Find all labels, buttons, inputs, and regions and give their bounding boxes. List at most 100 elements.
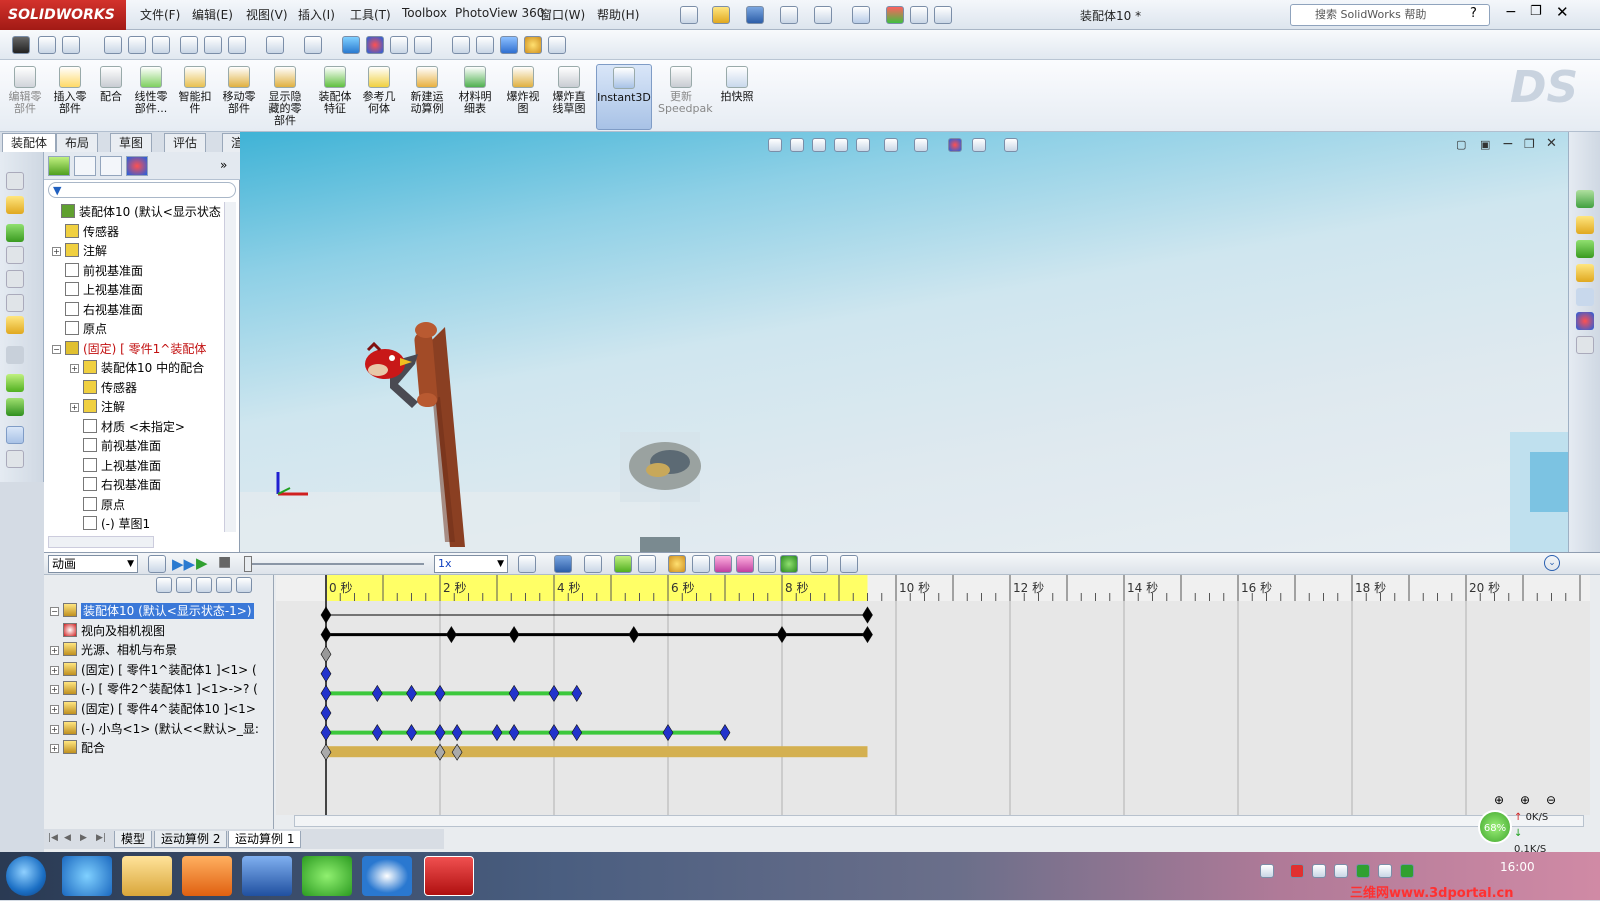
ribbon-button[interactable]: 插入零 部件 — [47, 64, 93, 130]
tree-node[interactable]: +右视基准面 — [70, 475, 161, 495]
ribbon-button[interactable]: 参考几 何体 — [356, 64, 402, 130]
animation-wizard-icon[interactable] — [584, 555, 602, 573]
keyframe-diamond[interactable] — [571, 724, 583, 742]
menu-item[interactable]: 视图(V) — [246, 6, 288, 23]
security-tray-icon[interactable] — [1356, 864, 1370, 878]
tree-filter-input[interactable]: ▼ — [48, 182, 236, 198]
tree-vertical-scrollbar[interactable] — [224, 202, 236, 532]
tab-nav-next-icon[interactable]: ▶ — [80, 833, 87, 843]
section-view-icon[interactable] — [180, 36, 198, 54]
menu-item[interactable]: PhotoView 360 — [455, 6, 544, 20]
menu-item[interactable]: 编辑(E) — [192, 6, 233, 23]
playback-speed-select[interactable]: 1x ▼ — [434, 555, 508, 573]
calculate-icon[interactable] — [148, 555, 166, 573]
edit-component-icon[interactable] — [6, 172, 24, 190]
tab-nav-first-icon[interactable]: |◀ — [48, 833, 58, 843]
save-animation-icon[interactable] — [554, 555, 572, 573]
expand-toggle-icon[interactable]: − — [50, 607, 59, 616]
print-icon[interactable] — [780, 6, 798, 24]
motion-tree-node[interactable]: + (-) 小鸟<1> (默认<<默认>_显: — [50, 719, 259, 739]
custom-properties-icon[interactable] — [1576, 336, 1594, 354]
autokey-icon[interactable] — [614, 555, 632, 573]
keyframe-diamond[interactable] — [320, 606, 332, 624]
filter-animated-icon[interactable] — [156, 577, 172, 593]
tab-1[interactable]: 装配体 — [2, 133, 57, 152]
keyframe-diamond[interactable] — [862, 626, 873, 644]
tree-node[interactable]: +装配体10 (默认<显示状态 — [48, 202, 221, 222]
ribbon-button[interactable]: 装配体 特征 — [312, 64, 358, 130]
keyframe-diamond[interactable] — [571, 684, 583, 702]
realview-icon[interactable] — [524, 36, 542, 54]
tree-node[interactable]: +前视基准面 — [70, 436, 161, 456]
keyframe-diamond[interactable] — [451, 724, 463, 742]
tree-node[interactable]: − (固定) [ 零件1^装配体 — [52, 339, 206, 359]
motion-tree-node[interactable]: − 装配体10 (默认<显示状态-1>) — [50, 601, 254, 621]
keyframe-diamond[interactable] — [434, 684, 446, 702]
tab-nav-last-icon[interactable]: ▶| — [96, 833, 106, 843]
timeline-horizontal-scrollbar[interactable] — [294, 815, 1584, 827]
camera-icon[interactable] — [12, 36, 30, 54]
ribbon-button[interactable]: 智能扣 件 — [172, 64, 218, 130]
snapshot-icon[interactable] — [38, 36, 56, 54]
open-folder-icon[interactable] — [712, 6, 730, 24]
expand-toggle-icon[interactable]: + — [50, 665, 59, 675]
tab-2[interactable]: 布局 — [56, 133, 99, 152]
select-pointer-icon[interactable] — [852, 6, 870, 24]
collapse-panel-icon[interactable]: » — [220, 158, 227, 172]
media-player-icon[interactable] — [182, 856, 232, 896]
ribbon-button[interactable]: 显示隐 藏的零 部件 — [262, 64, 308, 130]
menu-item[interactable]: 插入(I) — [298, 6, 335, 23]
keyframe-diamond[interactable] — [662, 724, 674, 742]
expand-toggle-icon[interactable]: + — [52, 247, 61, 256]
show-hidden-icon[interactable] — [6, 316, 24, 334]
file-properties-icon[interactable] — [910, 6, 928, 24]
wireframe-icon[interactable] — [452, 36, 470, 54]
rotate-view-icon[interactable] — [342, 36, 360, 54]
filter-results-icon[interactable] — [216, 577, 232, 593]
playback-slider-thumb[interactable] — [244, 556, 252, 572]
file-explorer-taskbar-icon[interactable] — [122, 856, 172, 896]
play-from-start-icon[interactable]: ▶▶ — [172, 555, 195, 573]
rebuild-traffic-light-icon[interactable] — [886, 6, 904, 24]
tab-nav-prev-icon[interactable]: ◀ — [64, 833, 71, 843]
timeline[interactable]: 0 秒 2 秒 4 秒 6 秒 8 秒 10 秒 12 秒 14 秒 16 秒 18 秒 20 秒 — [276, 575, 1590, 815]
play-icon[interactable]: ▶ — [196, 554, 208, 572]
motion-tree-node[interactable]: + 配合 — [50, 738, 105, 758]
add-key-icon[interactable] — [638, 555, 656, 573]
menu-item[interactable]: 窗口(W) — [540, 6, 585, 23]
hide-show-icon[interactable] — [266, 36, 284, 54]
zoom-out-icon[interactable]: ⊖ — [1546, 793, 1556, 807]
keyframe-diamond[interactable] — [320, 684, 332, 702]
menu-item[interactable]: Toolbox — [402, 6, 447, 20]
scene-icon[interactable] — [390, 36, 408, 54]
motion-tree-node[interactable]: + (固定) [ 零件4^装配体10 ]<1> — [50, 699, 256, 719]
resources-icon[interactable] — [1576, 190, 1594, 208]
gravity-icon[interactable] — [780, 555, 798, 573]
zoom-to-fit-icon[interactable]: ⊕ — [1494, 793, 1504, 807]
motion-tree-node[interactable]: +视向及相机视图 — [50, 621, 165, 641]
tree-node[interactable]: +传感器 — [52, 222, 119, 242]
zoom-area-icon[interactable] — [128, 36, 146, 54]
view-settings-icon[interactable] — [414, 36, 432, 54]
ribbon-button[interactable]: 材料明 细表 — [452, 64, 498, 130]
record-icon[interactable] — [62, 36, 80, 54]
study-type-select[interactable]: 动画 ▼ — [48, 555, 138, 573]
speedpak-icon[interactable] — [6, 450, 24, 468]
ribbon-button[interactable]: 更新 Speedpak — [658, 64, 713, 130]
spring-icon[interactable] — [692, 555, 710, 573]
home-icon[interactable] — [1576, 216, 1594, 234]
motion-tree-node[interactable]: + 光源、相机与布景 — [50, 640, 177, 660]
keyframe-diamond[interactable] — [320, 645, 332, 663]
design-library-icon[interactable] — [1576, 240, 1594, 258]
motor-icon[interactable] — [668, 555, 686, 573]
save-icon[interactable] — [746, 6, 764, 24]
help-icon[interactable]: ? — [1470, 6, 1477, 21]
file-explorer-icon[interactable] — [1576, 264, 1594, 282]
keyboard-tray-icon[interactable] — [1260, 864, 1274, 878]
ribbon-button[interactable]: Instant3D — [596, 64, 652, 130]
tree-node[interactable]: + 装配体10 中的配合 — [70, 358, 204, 378]
tree-node[interactable]: +传感器 — [70, 378, 137, 398]
update-tray-icon[interactable] — [1400, 864, 1414, 878]
playback-mode-icon[interactable] — [518, 555, 536, 573]
playback-slider[interactable] — [244, 563, 424, 565]
